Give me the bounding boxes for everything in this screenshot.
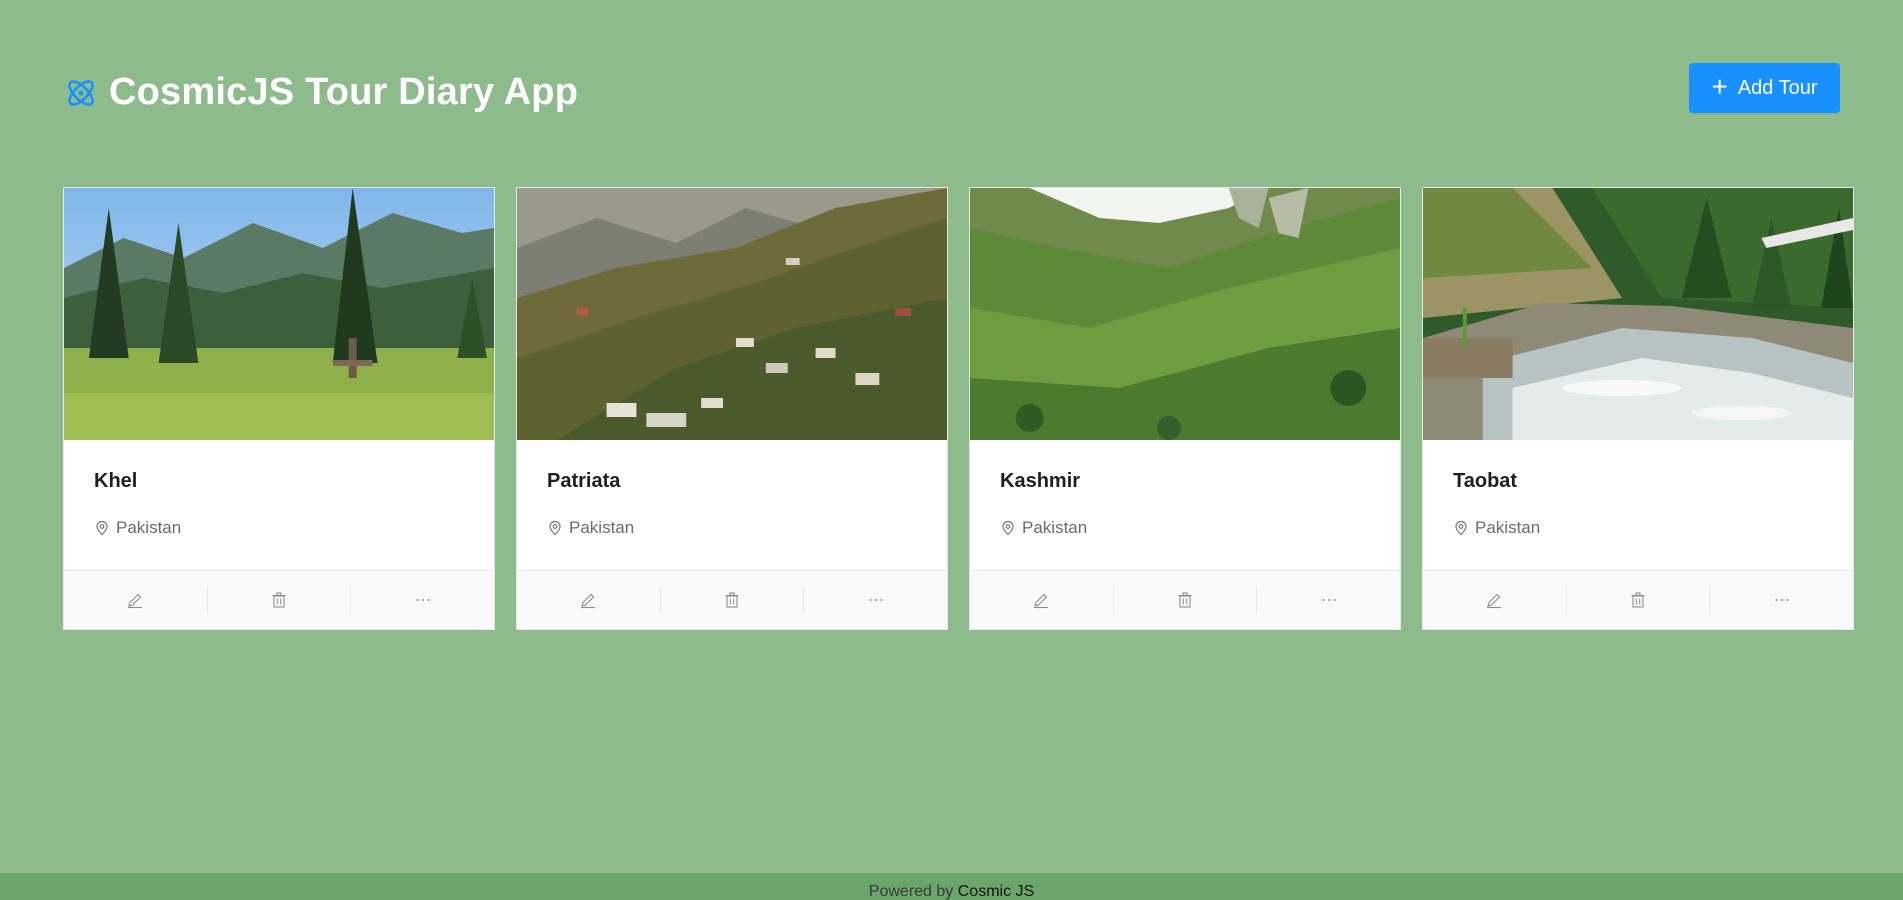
tour-card-actions xyxy=(64,570,494,629)
more-button[interactable] xyxy=(803,588,947,612)
location-pin-icon xyxy=(1455,520,1467,536)
tour-card-list: Khel Pakistan Patriata Pakistan Kashmir … xyxy=(63,187,1854,630)
delete-button[interactable] xyxy=(1112,588,1257,612)
tour-title: Khel xyxy=(94,470,138,492)
tour-location: Pakistan xyxy=(1453,518,1540,538)
delete-icon xyxy=(725,592,739,608)
tour-card-body: Patriata Pakistan xyxy=(517,440,947,570)
tour-card-body: Taobat Pakistan xyxy=(1423,440,1853,570)
tour-card[interactable]: Khel Pakistan xyxy=(63,187,495,630)
tour-location: Pakistan xyxy=(1000,518,1087,538)
tour-location-text: Pakistan xyxy=(116,518,182,537)
tour-card[interactable]: Taobat Pakistan xyxy=(1422,187,1854,630)
footer: Powered by Cosmic JS xyxy=(0,873,1903,900)
tour-title: Kashmir xyxy=(1000,470,1081,492)
more-button[interactable] xyxy=(1709,588,1853,612)
more-icon xyxy=(416,599,430,601)
tour-card[interactable]: Kashmir Pakistan xyxy=(969,187,1401,630)
delete-icon xyxy=(1631,592,1645,608)
tour-location: Pakistan xyxy=(94,518,181,538)
delete-icon xyxy=(1178,592,1192,608)
edit-button[interactable] xyxy=(970,588,1113,612)
edit-icon xyxy=(1034,593,1049,609)
tour-cover-image xyxy=(1423,188,1853,440)
tour-title: Patriata xyxy=(547,470,621,492)
delete-button[interactable] xyxy=(206,588,351,612)
tour-cover-image xyxy=(517,188,947,440)
cosmic-logo-icon xyxy=(68,79,94,106)
tour-card-body: Khel Pakistan xyxy=(64,440,494,570)
delete-icon xyxy=(272,592,286,608)
add-tour-label: Add Tour xyxy=(1737,76,1818,99)
plus-icon: + xyxy=(1711,70,1728,102)
footer-prefix: Powered by xyxy=(868,883,954,900)
tour-cover-image xyxy=(970,188,1400,440)
tour-card-actions xyxy=(517,570,947,629)
add-tour-button[interactable]: + Add Tour xyxy=(1689,63,1840,113)
tour-card-actions xyxy=(970,570,1400,629)
tour-card[interactable]: Patriata Pakistan xyxy=(516,187,948,630)
tour-location-text: Pakistan xyxy=(1475,518,1541,537)
location-pin-icon xyxy=(549,520,561,536)
tour-title: Taobat xyxy=(1453,470,1518,492)
tour-card-actions xyxy=(1423,570,1853,629)
edit-icon xyxy=(128,593,143,609)
edit-icon xyxy=(581,593,596,609)
edit-button[interactable] xyxy=(517,588,660,612)
location-pin-icon xyxy=(96,520,108,536)
tour-location-text: Pakistan xyxy=(569,518,635,537)
brand: CosmicJS Tour Diary App xyxy=(63,71,578,114)
more-icon xyxy=(869,599,883,601)
tour-card-body: Kashmir Pakistan xyxy=(970,440,1400,570)
delete-button[interactable] xyxy=(1565,588,1710,612)
app-header: CosmicJS Tour Diary App + Add Tour xyxy=(63,63,1840,123)
more-button[interactable] xyxy=(350,588,494,612)
more-icon xyxy=(1322,599,1336,601)
edit-icon xyxy=(1487,593,1502,609)
tour-location: Pakistan xyxy=(547,518,634,538)
edit-button[interactable] xyxy=(1423,588,1566,612)
footer-cosmic-link[interactable]: Cosmic JS xyxy=(958,883,1034,900)
location-pin-icon xyxy=(1002,520,1014,536)
edit-button[interactable] xyxy=(64,588,207,612)
delete-button[interactable] xyxy=(659,588,804,612)
tour-cover-image xyxy=(64,188,494,440)
app-title: CosmicJS Tour Diary App xyxy=(109,71,579,113)
more-icon xyxy=(1775,599,1789,601)
more-button[interactable] xyxy=(1256,588,1400,612)
tour-location-text: Pakistan xyxy=(1022,518,1088,537)
